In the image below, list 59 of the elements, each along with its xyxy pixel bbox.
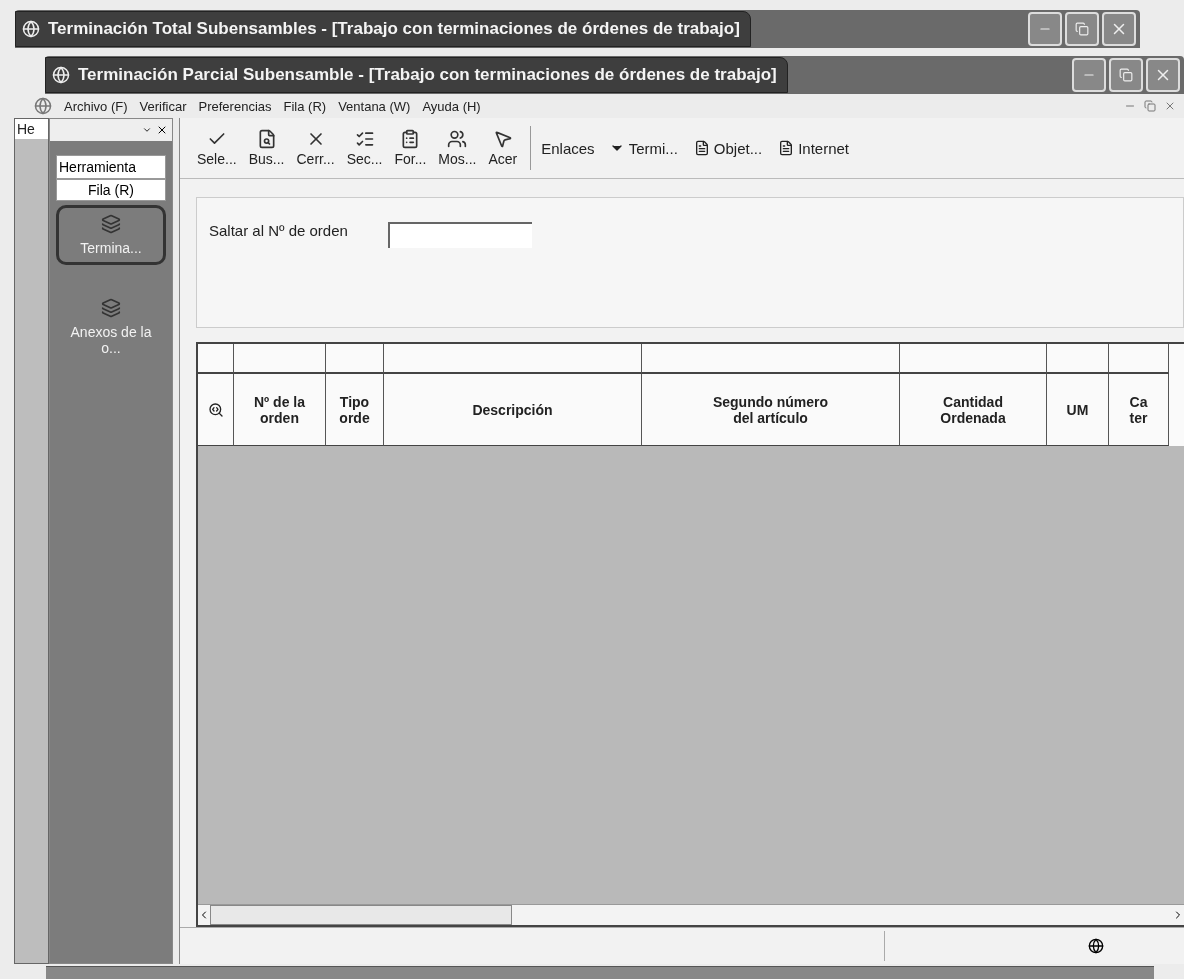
- toolbar-button[interactable]: Cerr...: [293, 129, 338, 167]
- link-button[interactable]: Internet: [778, 139, 860, 157]
- toolbar-button[interactable]: Sele...: [194, 129, 240, 167]
- column-header[interactable]: Cantidad Ordenada: [900, 374, 1047, 446]
- globe-icon: [1088, 938, 1104, 954]
- restore-icon: [1075, 22, 1089, 36]
- restore-icon[interactable]: [1144, 100, 1156, 112]
- close-button[interactable]: [1146, 58, 1180, 92]
- sidebar-section: Fila (R): [56, 179, 166, 201]
- link-button[interactable]: Termi...: [608, 139, 688, 157]
- app-icon: [52, 66, 70, 84]
- app-icon: [34, 97, 52, 115]
- menu-item[interactable]: Ventana (W): [338, 98, 411, 114]
- links-label: Enlaces: [541, 139, 595, 157]
- stack-icon: [101, 298, 121, 318]
- column-header[interactable]: [198, 374, 234, 446]
- window-label: He: [15, 119, 48, 139]
- toolbar-button[interactable]: Bus...: [245, 129, 288, 167]
- close-icon[interactable]: [156, 124, 168, 136]
- window-title: Terminación Total Subensambles - [Trabajo con terminaciones de órdenes de trabajo]: [48, 19, 740, 39]
- clipboard-icon: [400, 129, 421, 149]
- document-icon: [693, 140, 710, 156]
- menu-item[interactable]: Archivo (F): [64, 98, 128, 114]
- toolbar-button[interactable]: For...: [391, 129, 430, 167]
- horizontal-scrollbar[interactable]: [198, 904, 1184, 925]
- link-button[interactable]: Objet...: [693, 139, 773, 157]
- document-icon: [778, 140, 795, 156]
- menu-item[interactable]: Ayuda (H): [422, 98, 481, 114]
- toolbar-button[interactable]: Sec...: [343, 129, 386, 167]
- column-header[interactable]: UM: [1047, 374, 1109, 446]
- app-icon: [22, 20, 40, 38]
- minimize-button[interactable]: [1028, 12, 1062, 46]
- field-label: Saltar al Nº de orden: [209, 222, 348, 239]
- stack-icon: [101, 214, 121, 234]
- restore-button[interactable]: [1109, 58, 1143, 92]
- menu-item[interactable]: Preferencias: [198, 98, 272, 114]
- restore-button[interactable]: [1065, 12, 1099, 46]
- column-header[interactable]: Descripción: [384, 374, 642, 446]
- toolbar-button[interactable]: Acer: [485, 129, 521, 167]
- column-header[interactable]: Segundo número del artículo: [642, 374, 900, 446]
- menu-item[interactable]: Fila (R): [283, 98, 327, 114]
- sidebar-item[interactable]: Anexos de la o...: [56, 289, 166, 365]
- people-icon: [447, 129, 468, 149]
- column-header[interactable]: Ca ter: [1109, 374, 1169, 446]
- toolbar-button[interactable]: Mos...: [435, 129, 480, 167]
- sidebar-item[interactable]: Termina...: [56, 205, 166, 265]
- checklist-icon: [354, 129, 375, 149]
- restore-icon: [1119, 68, 1133, 82]
- menu-item[interactable]: Verificar: [139, 98, 187, 114]
- sidebar-title: Herramienta: [56, 155, 166, 179]
- close-button[interactable]: [1102, 12, 1136, 46]
- order-number-field[interactable]: [387, 222, 532, 248]
- column-header[interactable]: Tipo orde: [326, 374, 384, 446]
- search-icon: [207, 401, 224, 418]
- scroll-thumb[interactable]: [210, 905, 512, 925]
- minimize-button[interactable]: [1072, 58, 1106, 92]
- window-title: Terminación Parcial Subensamble - [Trabajo con terminaciones de órdenes de trabajo]: [78, 65, 777, 85]
- dropdown-icon[interactable]: [142, 125, 152, 135]
- column-header[interactable]: Nº de la orden: [234, 374, 326, 446]
